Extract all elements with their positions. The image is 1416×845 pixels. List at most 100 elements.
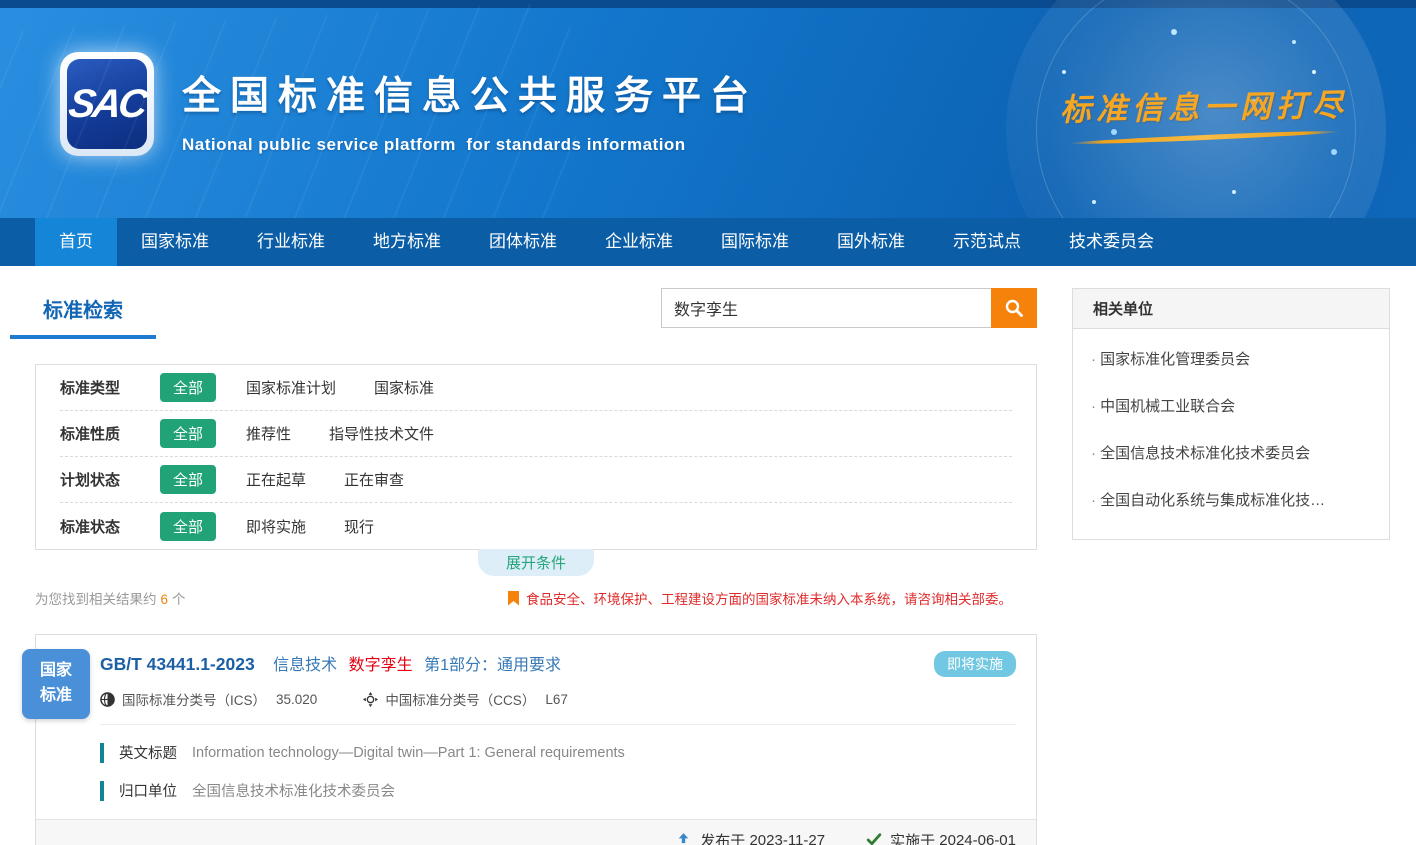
expand-conditions-button[interactable]: 展开条件 <box>478 549 594 576</box>
nav-tab-national-standards[interactable]: 国家标准 <box>117 218 233 266</box>
filter-panel: 标准类型 全部 国家标准计划 国家标准 标准性质 全部 推荐性 指导性技术文件 … <box>35 364 1037 550</box>
card-divider <box>100 724 1016 725</box>
slogan-text: 标准信息一网打尽 <box>1060 79 1349 129</box>
sac-logo-inner: SAC <box>67 59 147 149</box>
nav-tab-international-standards[interactable]: 国际标准 <box>697 218 813 266</box>
notice-text: 食品安全、环境保护、工程建设方面的国家标准未纳入本系统，请咨询相关部委。 <box>526 588 1012 608</box>
main-column: 标准检索 标准类型 全部 国家标准计划 国家标准 标准性质 <box>35 288 1037 845</box>
section-title-standard-search: 标准检索 <box>35 288 123 323</box>
field-row-committee: 归口单位 全国信息技术标准化技术委员会 <box>100 780 1016 801</box>
publish-upload-icon <box>675 832 692 845</box>
implemented-date-item: 实施于 2024-06-01 <box>865 830 1016 845</box>
status-badge: 即将实施 <box>934 651 1016 677</box>
page-content: 标准检索 标准类型 全部 国家标准计划 国家标准 标准性质 <box>0 266 1416 845</box>
globe-icon <box>100 692 115 707</box>
standard-title-part2: 第1部分：通用要求 <box>424 657 561 674</box>
field-row-english-title: 英文标题 Information technology—Digital twin… <box>100 742 1016 763</box>
filter-label: 标准性质 <box>60 423 160 444</box>
filter-option[interactable]: 即将实施 <box>246 516 306 537</box>
ics-value: 35.020 <box>276 692 317 707</box>
filter-option[interactable]: 指导性技术文件 <box>329 423 434 444</box>
filter-label: 标准状态 <box>60 516 160 537</box>
ics-item: 国际标准分类号（ICS） 35.020 <box>100 689 317 709</box>
nav-tab-foreign-standards[interactable]: 国外标准 <box>813 218 929 266</box>
nav-tab-technical-committee[interactable]: 技术委员会 <box>1045 218 1178 266</box>
filter-option[interactable]: 推荐性 <box>246 423 291 444</box>
filter-option[interactable]: 现行 <box>344 516 374 537</box>
standard-title-link[interactable]: GB/T 43441.1-2023 信息技术 数字孪生 第1部分：通用要求 <box>100 651 1016 675</box>
globe-dots-decoration <box>1292 40 1296 44</box>
ics-label: 国际标准分类号（ICS） <box>122 689 266 709</box>
site-subtitle: National public service platform for sta… <box>182 135 758 155</box>
filter-options: 国家标准计划 国家标准 <box>246 377 434 398</box>
site-title: 全国标准信息公共服务平台 <box>182 65 758 121</box>
standard-title-highlight: 数字孪生 <box>349 657 413 674</box>
related-unit-link[interactable]: 全国自动化系统与集成标准化技… <box>1091 476 1371 523</box>
filter-label: 标准类型 <box>60 377 160 398</box>
field-label: 英文标题 <box>119 742 177 763</box>
implement-check-icon <box>865 832 882 845</box>
search-input[interactable] <box>661 288 991 328</box>
filter-row-standard-type: 标准类型 全部 国家标准计划 国家标准 <box>60 365 1012 411</box>
filter-options: 即将实施 现行 <box>246 516 374 537</box>
filter-option[interactable]: 正在起草 <box>246 469 306 490</box>
notice: 食品安全、环境保护、工程建设方面的国家标准未纳入本系统，请咨询相关部委。 <box>508 588 1012 608</box>
field-accent-bar <box>100 781 104 801</box>
classification-row: 国际标准分类号（ICS） 35.020 中国标准分类号（CCS） L67 <box>100 689 1016 709</box>
standard-title-part1: 信息技术 <box>273 657 337 674</box>
search-group <box>661 288 1037 328</box>
sac-logo: SAC <box>60 52 154 156</box>
filter-row-standard-status: 标准状态 全部 即将实施 现行 <box>60 503 1012 549</box>
result-line: 为您找到相关结果约6个 食品安全、环境保护、工程建设方面的国家标准未纳入本系统，… <box>35 588 1037 608</box>
filter-option[interactable]: 国家标准计划 <box>246 377 336 398</box>
implemented-date: 2024-06-01 <box>939 832 1016 845</box>
compass-icon <box>363 692 378 707</box>
field-accent-bar <box>100 743 104 763</box>
filter-label: 计划状态 <box>60 469 160 490</box>
result-count-number: 6 <box>161 592 169 607</box>
related-unit-link[interactable]: 中国机械工业联合会 <box>1091 382 1371 429</box>
nav-tab-home[interactable]: 首页 <box>35 218 117 266</box>
site-header: SAC 全国标准信息公共服务平台 National public service… <box>0 0 1416 218</box>
nav-tab-enterprise-standards[interactable]: 企业标准 <box>581 218 697 266</box>
expand-conditions-wrap: 展开条件 <box>35 549 1037 576</box>
filter-all-badge[interactable]: 全部 <box>160 373 216 402</box>
field-label: 归口单位 <box>119 780 177 801</box>
nav-tab-industry-standards[interactable]: 行业标准 <box>233 218 349 266</box>
nav-tab-pilot[interactable]: 示范试点 <box>929 218 1045 266</box>
site-brand: SAC 全国标准信息公共服务平台 National public service… <box>60 52 758 156</box>
search-button[interactable] <box>991 288 1037 328</box>
filter-row-plan-status: 计划状态 全部 正在起草 正在审查 <box>60 457 1012 503</box>
ccs-item: 中国标准分类号（CCS） L67 <box>363 689 568 709</box>
related-units-list: 国家标准化管理委员会 中国机械工业联合会 全国信息技术标准化技术委员会 全国自动… <box>1073 329 1389 539</box>
nav-tab-group-standards[interactable]: 团体标准 <box>465 218 581 266</box>
related-unit-link[interactable]: 全国信息技术标准化技术委员会 <box>1091 429 1371 476</box>
filter-all-badge[interactable]: 全部 <box>160 419 216 448</box>
filter-all-badge[interactable]: 全部 <box>160 465 216 494</box>
standard-type-badge: 国家标准 <box>22 649 90 719</box>
result-count: 为您找到相关结果约6个 <box>35 588 186 608</box>
published-date-item: 发布于 2023-11-27 <box>675 830 825 845</box>
filter-options: 正在起草 正在审查 <box>246 469 404 490</box>
filter-all-badge[interactable]: 全部 <box>160 512 216 541</box>
search-icon <box>1004 298 1024 318</box>
nav-tab-local-standards[interactable]: 地方标准 <box>349 218 465 266</box>
result-count-prefix: 为您找到相关结果约 <box>35 592 157 607</box>
sac-logo-text: SAC <box>66 82 148 127</box>
related-units-title: 相关单位 <box>1073 289 1389 329</box>
filter-option[interactable]: 正在审查 <box>344 469 404 490</box>
field-value: 全国信息技术标准化技术委员会 <box>192 780 395 801</box>
related-unit-link[interactable]: 国家标准化管理委员会 <box>1091 335 1371 382</box>
search-section-head: 标准检索 <box>35 288 1037 350</box>
published-date: 2023-11-27 <box>749 832 825 845</box>
filter-options: 推荐性 指导性技术文件 <box>246 423 434 444</box>
card-body: GB/T 43441.1-2023 信息技术 数字孪生 第1部分：通用要求 国际… <box>36 635 1036 819</box>
standard-code: GB/T 43441.1-2023 <box>100 654 255 674</box>
standard-type-badge-text: 国家标准 <box>38 659 74 709</box>
bookmark-icon <box>508 591 519 606</box>
related-units-panel: 相关单位 国家标准化管理委员会 中国机械工业联合会 全国信息技术标准化技术委员会… <box>1072 288 1390 540</box>
filter-row-standard-nature: 标准性质 全部 推荐性 指导性技术文件 <box>60 411 1012 457</box>
field-value: Information technology—Digital twin—Part… <box>192 745 625 761</box>
implemented-label: 实施于 <box>890 830 935 845</box>
filter-option[interactable]: 国家标准 <box>374 377 434 398</box>
